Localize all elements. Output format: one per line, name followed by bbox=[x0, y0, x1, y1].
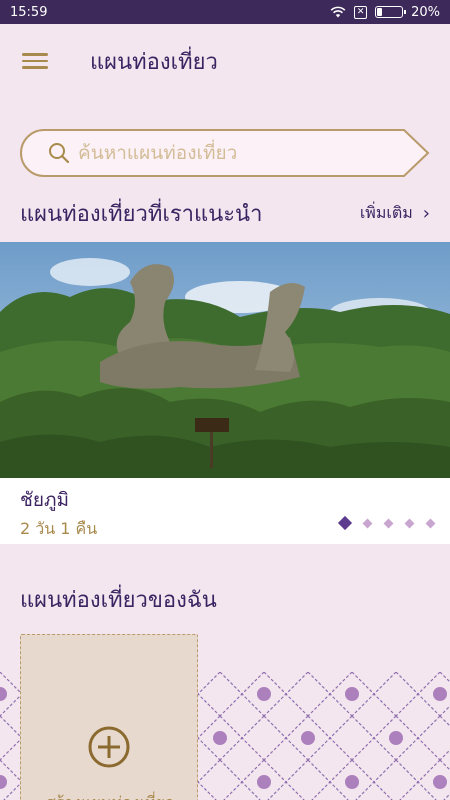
carousel-dot[interactable] bbox=[425, 518, 436, 528]
carousel-indicator bbox=[337, 515, 436, 531]
battery-icon bbox=[375, 6, 407, 18]
more-label: เพิ่มเติม bbox=[359, 203, 413, 222]
card-destination-name: ชัยภูมิ bbox=[20, 489, 70, 511]
wifi-icon bbox=[330, 6, 346, 18]
carousel-dot[interactable] bbox=[362, 518, 373, 528]
hamburger-icon[interactable] bbox=[22, 49, 48, 73]
search-bar[interactable] bbox=[18, 128, 430, 178]
more-link[interactable]: เพิ่มเติม › bbox=[360, 201, 430, 226]
my-plans-title: แผนท่องเที่ยวของฉัน bbox=[20, 588, 217, 613]
carousel-dot[interactable] bbox=[404, 518, 415, 528]
recommended-title: แผนท่องเที่ยวที่เราแนะนำ bbox=[20, 202, 263, 227]
status-bar: 15:59 ✕ 20% bbox=[0, 0, 450, 24]
recommended-card[interactable]: ชัยภูมิ 2 วัน 1 คืน bbox=[0, 242, 450, 544]
page-title: แผนท่องเที่ยว bbox=[90, 49, 218, 75]
chevron-right-icon: › bbox=[422, 203, 430, 224]
no-sim-icon: ✕ bbox=[354, 5, 368, 19]
destination-image bbox=[0, 242, 450, 478]
recommended-header: แผนท่องเที่ยวที่เราแนะนำ เพิ่มเติม › bbox=[20, 196, 430, 231]
status-icons: ✕ 20% bbox=[330, 5, 440, 20]
plus-circle-icon bbox=[88, 726, 130, 768]
add-plan-card[interactable]: สร้างแผนท่องเที่ยว bbox=[20, 634, 198, 800]
add-plan-label: สร้างแผนท่องเที่ยว bbox=[21, 791, 199, 800]
search-input[interactable] bbox=[78, 136, 378, 170]
battery-percent: 20% bbox=[411, 4, 440, 20]
search-icon bbox=[49, 143, 70, 164]
carousel-dot[interactable] bbox=[383, 518, 394, 528]
carousel-dot[interactable] bbox=[337, 515, 353, 531]
card-duration: 2 วัน 1 คืน bbox=[20, 519, 98, 538]
status-time: 15:59 bbox=[10, 4, 48, 20]
app-bar: แผนท่องเที่ยว bbox=[0, 24, 450, 98]
